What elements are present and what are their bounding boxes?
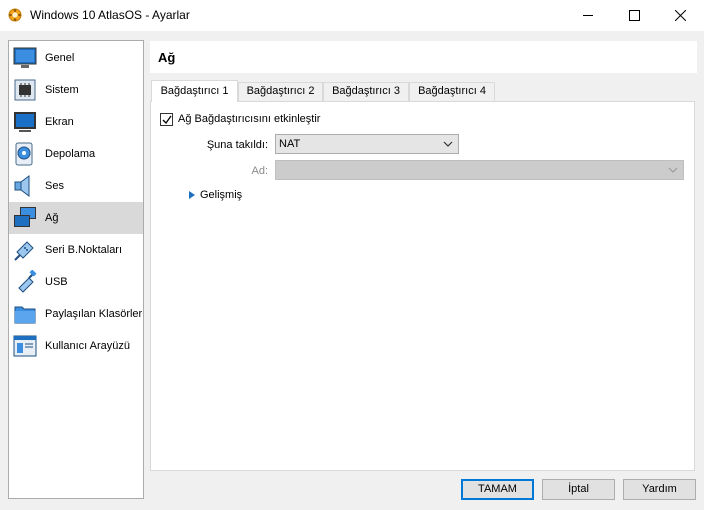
checkmark-icon <box>162 115 172 125</box>
attached-to-label: Şuna takıldı: <box>206 139 268 151</box>
attached-to-value: NAT <box>279 138 301 150</box>
sidebar-item-storage[interactable]: Depolama <box>9 138 143 170</box>
name-select[interactable] <box>275 160 684 180</box>
settings-sidebar: Genel Sistem Ekran Depolama Ses Ağ Seri … <box>8 40 144 499</box>
sidebar-item-system[interactable]: Sistem <box>9 74 143 106</box>
attached-to-select[interactable]: NAT <box>275 134 459 154</box>
sidebar-item-general[interactable]: Genel <box>9 42 143 74</box>
sidebar-item-display[interactable]: Ekran <box>9 106 143 138</box>
network-icon <box>13 206 37 230</box>
sidebar-item-shared-folders[interactable]: Paylaşılan Klasörler <box>9 298 143 330</box>
sidebar-item-audio[interactable]: Ses <box>9 170 143 202</box>
sidebar-item-usb[interactable]: USB <box>9 266 143 298</box>
monitor-general-icon <box>13 46 37 70</box>
page-title: Ağ <box>158 50 176 65</box>
tab-adapter-2[interactable]: Bağdaştırıcı 2 <box>238 82 323 101</box>
sidebar-item-label: Ekran <box>45 116 74 128</box>
sidebar-item-label: Ses <box>45 180 64 192</box>
tab-label: Bağdaştırıcı 1 <box>160 85 229 97</box>
cancel-button[interactable]: İptal <box>542 479 615 500</box>
name-label: Ad: <box>251 165 268 177</box>
enable-adapter-checkbox[interactable] <box>160 113 173 126</box>
maximize-button[interactable] <box>612 0 658 31</box>
window-title: Windows 10 AtlasOS - Ayarlar <box>30 8 190 22</box>
sidebar-item-label: Kullanıcı Arayüzü <box>45 340 130 352</box>
advanced-label: Gelişmiş <box>200 189 243 201</box>
display-icon <box>13 110 37 134</box>
virtualbox-app-icon <box>8 8 22 22</box>
tab-adapter-4[interactable]: Bağdaştırıcı 4 <box>409 82 495 101</box>
window-ui-icon <box>13 334 37 358</box>
sidebar-item-user-interface[interactable]: Kullanıcı Arayüzü <box>9 330 143 362</box>
serial-port-icon <box>13 238 37 262</box>
adapter-tab-panel <box>150 101 695 471</box>
chip-icon <box>13 78 37 102</box>
sidebar-item-label: Ağ <box>45 212 59 224</box>
tab-label: Bağdaştırıcı 4 <box>418 85 486 97</box>
minimize-button[interactable] <box>566 0 612 31</box>
sidebar-item-network[interactable]: Ağ <box>9 202 143 234</box>
tab-adapter-1[interactable]: Bağdaştırıcı 1 <box>151 80 238 102</box>
minimize-icon <box>583 15 593 16</box>
sidebar-item-label: USB <box>45 276 68 288</box>
sidebar-item-label: Depolama <box>45 148 96 160</box>
tab-adapter-3[interactable]: Bağdaştırıcı 3 <box>323 82 409 101</box>
enable-adapter-label: Ağ Bağdaştırıcısını etkinleştir <box>178 113 321 125</box>
maximize-icon <box>629 10 640 21</box>
tab-label: Bağdaştırıcı 3 <box>332 85 400 97</box>
chevron-down-icon <box>668 167 678 173</box>
disk-icon <box>13 142 37 166</box>
sidebar-item-serial-ports[interactable]: Seri B.Noktaları <box>9 234 143 266</box>
help-button[interactable]: Yardım <box>623 479 696 500</box>
title-bar: Windows 10 AtlasOS - Ayarlar <box>0 0 704 31</box>
usb-icon <box>13 269 37 294</box>
speaker-icon <box>13 174 37 198</box>
expand-triangle-icon <box>189 191 195 199</box>
folder-icon <box>13 302 37 326</box>
chevron-down-icon <box>443 141 453 147</box>
sidebar-item-label: Paylaşılan Klasörler <box>45 308 143 320</box>
sidebar-item-label: Genel <box>45 52 75 64</box>
sidebar-item-label: Sistem <box>45 84 79 96</box>
tab-label: Bağdaştırıcı 2 <box>246 85 315 97</box>
close-icon <box>675 10 686 21</box>
close-button[interactable] <box>658 0 704 31</box>
sidebar-item-label: Seri B.Noktaları <box>45 244 123 256</box>
page-header: Ağ <box>150 41 697 73</box>
ok-button[interactable]: TAMAM <box>461 479 534 500</box>
